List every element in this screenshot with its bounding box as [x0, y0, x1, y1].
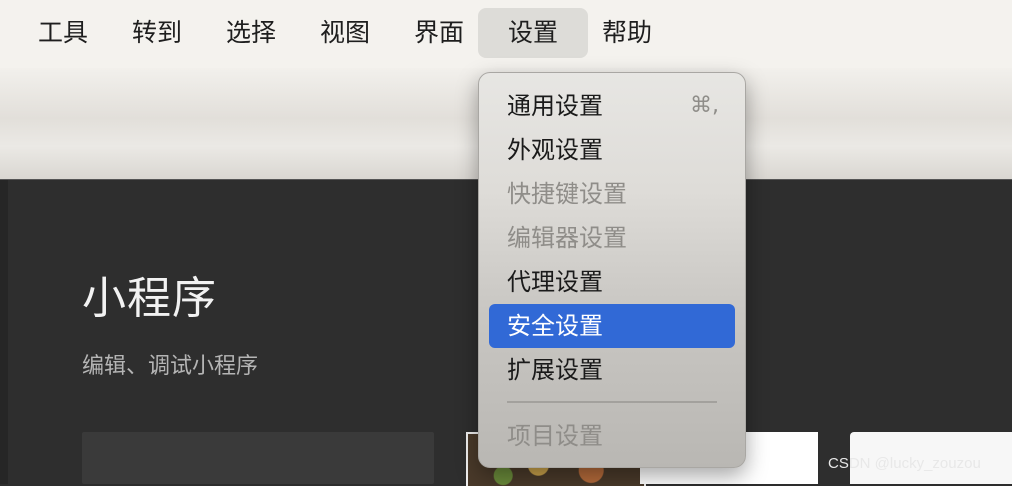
menu-item-editor-settings: 编辑器设置 [489, 216, 735, 260]
menu-bar: 工具 转到 选择 视图 界面 设置 帮助 [0, 0, 1012, 68]
app-window-edge [0, 180, 8, 484]
menu-item-appearance-settings[interactable]: 外观设置 [489, 128, 735, 172]
menu-item-label: 项目设置 [507, 422, 603, 450]
menu-interface[interactable]: 界面 [398, 8, 480, 58]
menu-item-label: 代理设置 [507, 268, 603, 296]
menu-separator [507, 401, 717, 403]
menu-item-shortcut-settings: 快捷键设置 [489, 172, 735, 216]
menu-item-project-settings: 项目设置 [489, 414, 735, 458]
menu-item-label: 通用设置 [507, 92, 603, 120]
watermark: CSDN @lucky_zouzou [828, 455, 981, 472]
menu-item-general-settings[interactable]: 通用设置 ⌘, [489, 84, 735, 128]
menu-view[interactable]: 视图 [304, 8, 386, 58]
page-subtitle: 编辑、调试小程序 [82, 354, 259, 379]
menu-tools[interactable]: 工具 [22, 8, 104, 58]
menu-item-security-settings[interactable]: 安全设置 [489, 304, 735, 348]
menu-item-extension-settings[interactable]: 扩展设置 [489, 348, 735, 392]
menu-item-label: 快捷键设置 [507, 180, 627, 208]
project-card-empty[interactable] [82, 432, 434, 484]
settings-dropdown-menu: 通用设置 ⌘, 外观设置 快捷键设置 编辑器设置 代理设置 安全设置 扩展设置 … [478, 72, 746, 468]
page-title: 小程序 [82, 273, 217, 324]
menu-item-label: 编辑器设置 [507, 224, 627, 252]
menu-item-label: 安全设置 [507, 312, 603, 340]
menu-help[interactable]: 帮助 [586, 8, 668, 58]
menu-item-label: 外观设置 [507, 136, 603, 164]
menu-select[interactable]: 选择 [210, 8, 292, 58]
menu-settings[interactable]: 设置 [478, 8, 588, 58]
menu-goto[interactable]: 转到 [116, 8, 198, 58]
menu-item-proxy-settings[interactable]: 代理设置 [489, 260, 735, 304]
shortcut-hint: ⌘, [690, 93, 719, 118]
menu-item-label: 扩展设置 [507, 356, 603, 384]
